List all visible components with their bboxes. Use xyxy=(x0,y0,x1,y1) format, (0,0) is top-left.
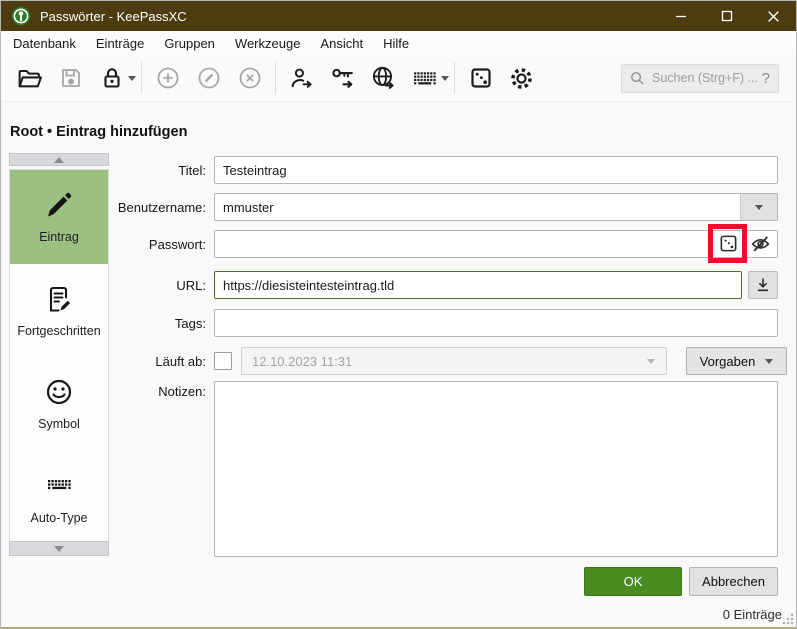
search-input[interactable] xyxy=(652,71,758,85)
add-entry-button xyxy=(147,60,188,96)
minimize-button[interactable] xyxy=(658,1,704,31)
url-label: URL: xyxy=(6,278,206,293)
autotype-button[interactable] xyxy=(404,60,445,96)
password-visibility-toggle[interactable] xyxy=(747,231,773,255)
close-button[interactable] xyxy=(750,1,796,31)
keepassxc-logo-icon xyxy=(11,6,31,26)
tags-label: Tags: xyxy=(6,316,206,331)
username-dropdown-button[interactable] xyxy=(740,194,777,220)
titel-label: Titel: xyxy=(6,163,206,178)
menu-bar: Datenbank Einträge Gruppen Werkzeuge Ans… xyxy=(1,31,796,55)
chevron-down-icon xyxy=(647,359,655,364)
menu-eintraege[interactable]: Einträge xyxy=(86,33,154,54)
search-box: ? xyxy=(621,64,779,93)
passwort-label: Passwort: xyxy=(6,237,206,252)
chevron-down-icon xyxy=(765,359,773,364)
menu-werkzeuge[interactable]: Werkzeuge xyxy=(225,33,311,54)
expires-date-input xyxy=(242,354,636,369)
fetch-favicon-button[interactable] xyxy=(748,271,778,299)
menu-gruppen[interactable]: Gruppen xyxy=(154,33,225,54)
copy-username-button[interactable] xyxy=(281,60,322,96)
save-database-button xyxy=(50,60,91,96)
toolbar: ? xyxy=(1,55,796,102)
menu-datenbank[interactable]: Datenbank xyxy=(3,33,86,54)
title-input[interactable] xyxy=(214,156,778,184)
copy-password-button[interactable] xyxy=(322,60,363,96)
edit-entry-button xyxy=(188,60,229,96)
presets-button-label: Vorgaben xyxy=(700,354,756,369)
maximize-button[interactable] xyxy=(704,1,750,31)
entry-count: 0 Einträge xyxy=(723,607,782,622)
delete-entry-button xyxy=(229,60,270,96)
search-help-icon[interactable]: ? xyxy=(762,70,770,87)
username-combo xyxy=(214,193,778,221)
ok-button-label: OK xyxy=(624,574,643,589)
notes-textarea[interactable] xyxy=(214,381,778,557)
lock-database-button[interactable] xyxy=(91,60,132,96)
lock-dropdown-caret[interactable] xyxy=(128,76,136,81)
dice-icon xyxy=(719,234,738,253)
toolbar-separator xyxy=(141,62,142,94)
benutzername-label: Benutzername: xyxy=(6,200,206,215)
password-generator-button[interactable] xyxy=(460,60,501,96)
username-input[interactable] xyxy=(215,194,740,220)
title-bar: Passwörter - KeePassXC xyxy=(1,1,796,31)
keepassxc-window: Passwörter - KeePassXC Datenbank Einträg… xyxy=(0,0,797,629)
password-field xyxy=(214,230,778,258)
search-icon xyxy=(630,71,645,86)
resize-grip[interactable] xyxy=(782,613,794,625)
eye-slash-icon xyxy=(750,233,771,254)
menu-ansicht[interactable]: Ansicht xyxy=(310,33,373,54)
expires-date-field xyxy=(241,347,667,375)
expires-date-dropdown xyxy=(636,348,666,374)
password-input[interactable] xyxy=(215,231,715,257)
tags-input[interactable] xyxy=(214,309,778,337)
notizen-label: Notizen: xyxy=(6,381,206,399)
status-bar: 0 Einträge xyxy=(1,602,796,627)
ok-button[interactable]: OK xyxy=(584,567,682,596)
toolbar-separator xyxy=(275,62,276,94)
autotype-dropdown-caret[interactable] xyxy=(441,76,449,81)
password-generator-toggle[interactable] xyxy=(715,231,741,255)
window-title: Passwörter - KeePassXC xyxy=(40,9,187,24)
open-database-button[interactable] xyxy=(9,60,50,96)
menu-hilfe[interactable]: Hilfe xyxy=(373,33,419,54)
cancel-button-label: Abbrechen xyxy=(702,574,765,589)
url-input[interactable] xyxy=(214,271,742,299)
copy-url-button[interactable] xyxy=(363,60,404,96)
toolbar-separator xyxy=(454,62,455,94)
download-icon xyxy=(755,277,771,293)
chevron-down-icon xyxy=(755,205,763,210)
breadcrumb: Root • Eintrag hinzufügen xyxy=(10,124,187,140)
settings-button[interactable] xyxy=(501,60,542,96)
presets-button[interactable]: Vorgaben xyxy=(686,347,787,375)
expires-checkbox[interactable] xyxy=(214,352,232,370)
cancel-button[interactable]: Abbrechen xyxy=(689,567,778,596)
laeuft-ab-label: Läuft ab: xyxy=(6,354,206,369)
